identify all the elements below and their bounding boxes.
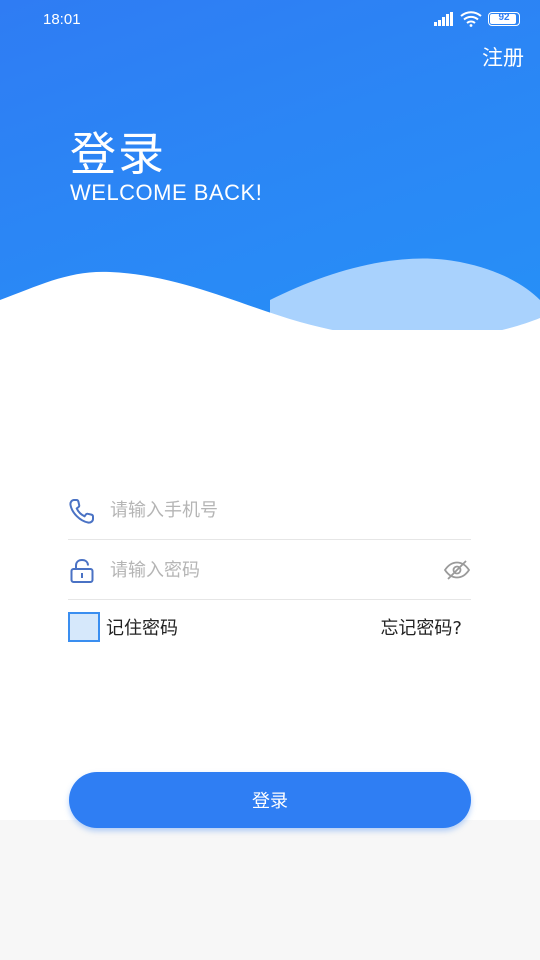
page-title: 登录 xyxy=(70,127,166,181)
page-subtitle: WELCOME BACK! xyxy=(70,180,263,205)
register-link[interactable]: 注册 xyxy=(482,42,524,72)
phone-field xyxy=(68,480,471,540)
eye-hidden-icon[interactable] xyxy=(443,558,471,582)
wifi-icon xyxy=(460,11,482,27)
battery-level: 92 xyxy=(498,12,510,23)
remember-password[interactable]: 记住密码 xyxy=(68,612,178,642)
forgot-password-link[interactable]: 忘记密码? xyxy=(380,614,462,640)
phone-input[interactable] xyxy=(110,496,430,524)
login-screen: 18:01 92 注册 登录 WELCOME BACK! 请输入手机号 记住密码… xyxy=(0,0,540,960)
status-bar: 18:01 92 xyxy=(0,0,540,40)
password-input[interactable] xyxy=(110,556,430,584)
lock-icon xyxy=(70,558,94,583)
remember-checkbox[interactable] xyxy=(68,612,100,642)
status-icons: 92 xyxy=(434,10,520,28)
remember-label: 记住密码 xyxy=(106,618,178,639)
status-time: 18:01 xyxy=(43,11,81,28)
phone-icon xyxy=(69,499,94,524)
signal-icon xyxy=(434,12,453,26)
password-field xyxy=(68,540,471,600)
login-button[interactable]: 登录 xyxy=(69,772,471,828)
battery-icon: 92 xyxy=(488,12,520,26)
